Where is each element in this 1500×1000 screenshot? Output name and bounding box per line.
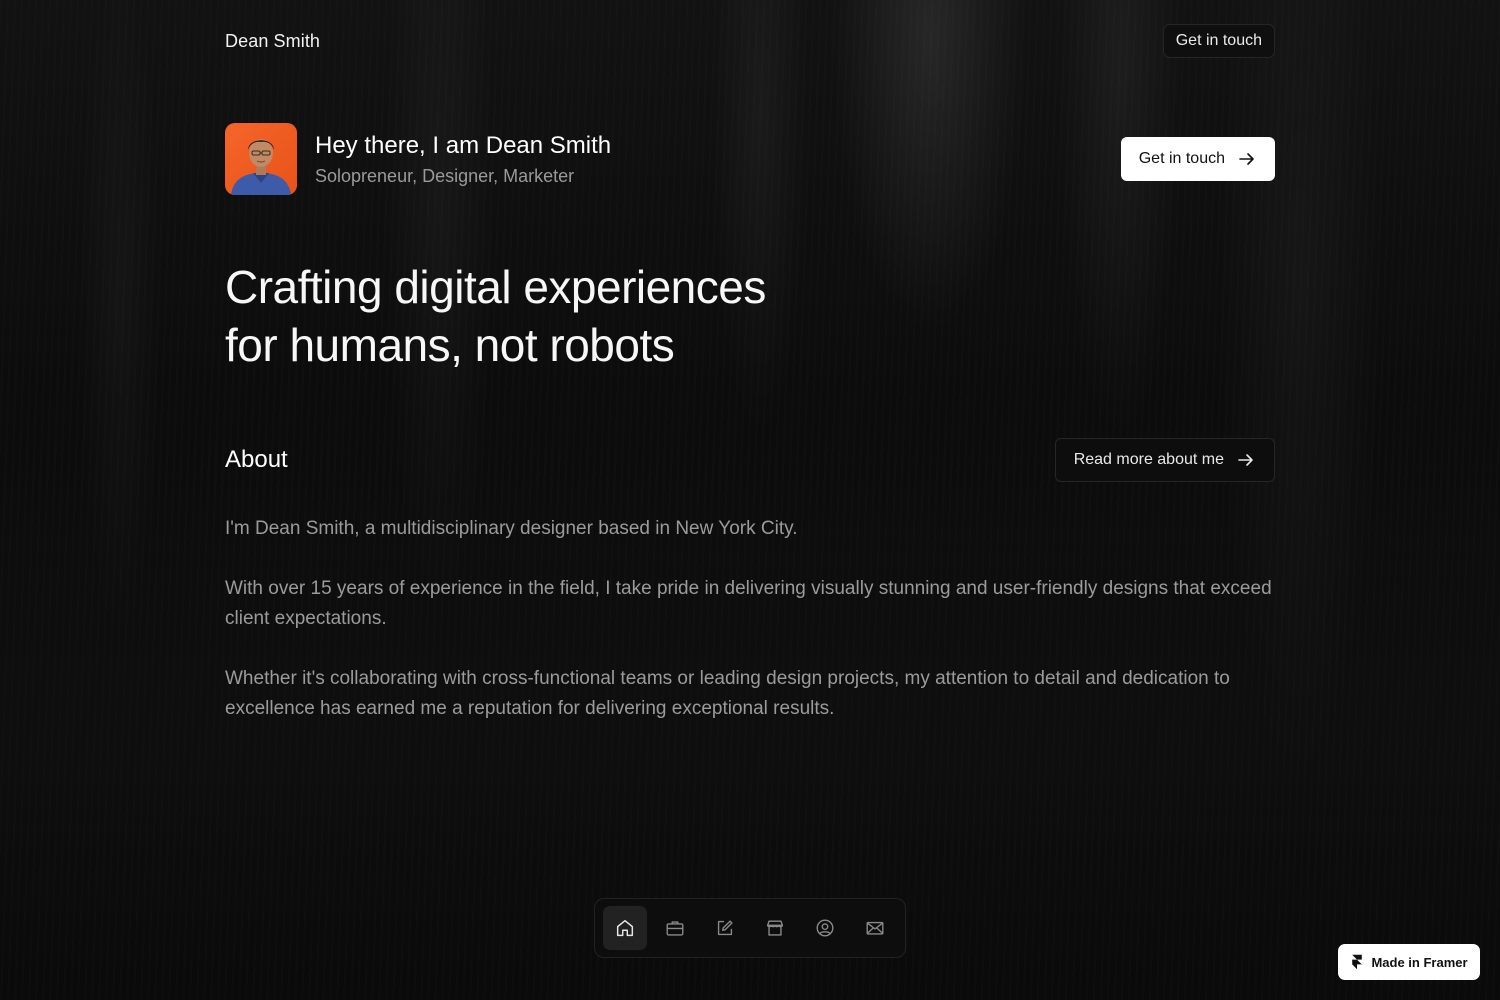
made-in-framer-badge[interactable]: Made in Framer	[1338, 944, 1480, 980]
user-circle-icon	[816, 919, 834, 937]
dock-item-blog[interactable]	[703, 906, 747, 950]
home-icon	[616, 919, 634, 937]
framer-logo-icon	[1352, 954, 1363, 970]
edit-icon	[717, 920, 733, 936]
read-more-button[interactable]: Read more about me	[1054, 438, 1275, 482]
hero-line-2: for humans, not robots	[225, 319, 675, 371]
profile-greeting: Hey there, I am Dean Smith	[315, 132, 612, 159]
about-text: I'm Dean Smith, a multidisciplinary desi…	[225, 514, 1275, 754]
briefcase-icon	[666, 921, 684, 936]
brand-name[interactable]: Dean Smith	[225, 31, 320, 52]
dock-item-work[interactable]	[653, 906, 697, 950]
avatar	[225, 123, 297, 195]
profile-roles: Solopreneur, Designer, Marketer	[315, 166, 575, 186]
dock-item-about[interactable]	[803, 906, 847, 950]
bottom-dock-nav	[594, 898, 906, 958]
profile-header: Hey there, I am Dean Smith Solopreneur, …	[225, 123, 1275, 195]
about-paragraph: I'm Dean Smith, a multidisciplinary desi…	[225, 518, 798, 539]
avatar-portrait-icon	[225, 123, 297, 195]
dock-item-contact[interactable]	[853, 906, 897, 950]
about-paragraph: Whether it's collaborating with cross-fu…	[225, 668, 1230, 719]
hero-line-1: Crafting digital experiences	[225, 261, 766, 313]
get-in-touch-button[interactable]: Get in touch	[1120, 137, 1275, 181]
dock-item-store[interactable]	[753, 906, 797, 950]
about-paragraph: With over 15 years of experience in the …	[225, 578, 1272, 629]
nav-get-in-touch-button[interactable]: Get in touch	[1162, 24, 1275, 58]
about-title: About	[225, 446, 288, 473]
read-more-label: Read more about me	[1073, 451, 1224, 468]
get-in-touch-label: Get in touch	[1138, 150, 1225, 167]
profile-info: Hey there, I am Dean Smith Solopreneur, …	[225, 123, 611, 195]
arrow-right-icon	[1236, 450, 1256, 470]
arrow-right-icon	[1237, 149, 1257, 169]
hero-heading: Crafting digital experiences for humans,…	[225, 258, 1125, 374]
store-icon	[766, 920, 784, 936]
dock-item-home[interactable]	[603, 906, 647, 950]
mail-icon	[866, 921, 884, 935]
about-header: About Read more about me	[225, 438, 1275, 482]
profile-text: Hey there, I am Dean Smith Solopreneur, …	[315, 131, 611, 187]
made-in-framer-label: Made in Framer	[1371, 954, 1468, 970]
top-nav: Dean Smith Get in touch	[225, 24, 1275, 58]
